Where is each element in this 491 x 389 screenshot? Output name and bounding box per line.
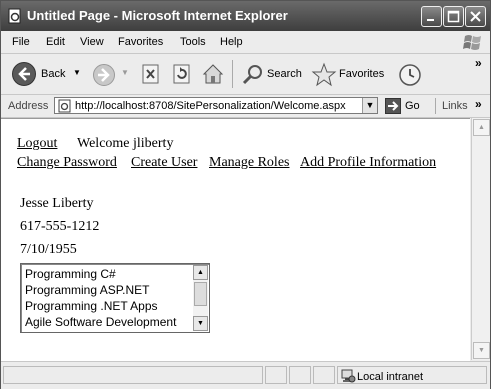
address-label: Address (8, 100, 49, 112)
menu-file[interactable]: File (12, 36, 30, 48)
title-bar[interactable]: Untitled Page - Microsoft Internet Explo… (1, 1, 490, 31)
scroll-up-icon[interactable]: ▲ (473, 119, 490, 136)
back-arrow-icon (12, 62, 36, 86)
forward-button[interactable]: ▼ (89, 58, 133, 90)
forward-arrow-icon (93, 64, 115, 86)
go-button[interactable]: Go (383, 97, 433, 115)
change-password-link[interactable]: Change Password (17, 155, 117, 171)
links-label[interactable]: Links (442, 100, 468, 112)
search-icon (242, 65, 262, 85)
toolbar-overflow-chevron[interactable]: » (475, 56, 482, 70)
status-message-pane (3, 366, 263, 384)
list-item[interactable]: Programming ASP.NET (25, 283, 150, 297)
listbox-scroll-thumb[interactable] (194, 282, 207, 306)
address-input[interactable]: http://localhost:8708/SitePersonalizatio… (54, 97, 378, 114)
profile-name: Jesse Liberty (20, 196, 94, 211)
list-item[interactable]: Programming C# (25, 267, 116, 281)
address-url: http://localhost:8708/SitePersonalizatio… (75, 100, 346, 112)
close-button[interactable] (465, 6, 486, 27)
menu-tools[interactable]: Tools (180, 36, 206, 48)
window-title: Untitled Page - Microsoft Internet Explo… (27, 8, 288, 23)
scroll-down-icon[interactable]: ▼ (193, 316, 208, 331)
ie-page-icon (58, 99, 71, 113)
back-dropdown-icon[interactable]: ▼ (73, 68, 81, 77)
stop-icon[interactable] (140, 63, 162, 85)
refresh-icon[interactable] (171, 63, 193, 85)
status-pane (265, 366, 287, 384)
home-icon[interactable] (201, 62, 225, 86)
browser-window: Untitled Page - Microsoft Internet Explo… (0, 0, 491, 389)
ie-page-icon (8, 8, 21, 24)
history-icon[interactable] (397, 62, 423, 88)
zone-label: Local intranet (357, 371, 424, 383)
page-content: Logout Welcome jliberty Change Password … (1, 118, 470, 361)
back-button[interactable]: Back ▼ (7, 58, 87, 90)
forward-dropdown-icon[interactable]: ▼ (121, 68, 129, 77)
menu-favorites[interactable]: Favorites (118, 36, 163, 48)
links-overflow-chevron[interactable]: » (475, 97, 482, 111)
go-label: Go (405, 100, 420, 112)
manage-roles-link[interactable]: Manage Roles (209, 155, 289, 171)
status-pane (313, 366, 335, 384)
minimize-icon (427, 19, 434, 21)
minimize-button[interactable] (421, 6, 442, 27)
toolbar: Back ▼ ▼ Search Favorites » (1, 54, 490, 95)
close-icon (470, 11, 481, 22)
books-listbox[interactable]: Programming C# Programming ASP.NET Progr… (20, 263, 210, 333)
status-bar: Local intranet (1, 361, 490, 389)
search-button[interactable]: Search (237, 58, 303, 90)
favorites-button[interactable]: Favorites (307, 58, 389, 90)
favorites-star-icon (311, 62, 337, 87)
favorites-label: Favorites (339, 68, 385, 80)
windows-logo-icon (463, 35, 481, 50)
menu-bar: File Edit View Favorites Tools Help (1, 32, 490, 54)
search-label: Search (267, 68, 302, 80)
add-profile-information-link[interactable]: Add Profile Information (300, 155, 436, 171)
address-bar: Address http://localhost:8708/SitePerson… (1, 95, 490, 118)
welcome-message: Welcome jliberty (77, 136, 174, 151)
menu-view[interactable]: View (80, 36, 104, 48)
list-item[interactable]: Agile Software Development (25, 315, 176, 329)
back-label: Back (41, 68, 66, 80)
status-pane (289, 366, 311, 384)
scroll-down-icon[interactable]: ▼ (473, 342, 490, 359)
menu-edit[interactable]: Edit (46, 36, 65, 48)
create-user-link[interactable]: Create User (131, 155, 197, 171)
profile-birthdate: 7/10/1955 (20, 242, 77, 257)
logout-link[interactable]: Logout (17, 136, 57, 152)
scroll-up-icon[interactable]: ▲ (193, 265, 208, 280)
toolbar-separator (232, 60, 233, 88)
listbox-scrollbar[interactable]: ▲ ▼ (193, 265, 208, 331)
address-dropdown-icon[interactable]: ▼ (362, 98, 377, 113)
intranet-icon (341, 369, 356, 383)
maximize-button[interactable] (443, 6, 464, 27)
toolbar-separator (435, 98, 436, 114)
menu-help[interactable]: Help (220, 36, 243, 48)
maximize-icon (447, 10, 460, 23)
page-scrollbar[interactable]: ▲ ▼ (471, 118, 490, 360)
go-arrow-icon (385, 98, 401, 114)
list-item[interactable]: Programming .NET Apps (25, 299, 158, 313)
profile-phone: 617-555-1212 (20, 219, 100, 234)
